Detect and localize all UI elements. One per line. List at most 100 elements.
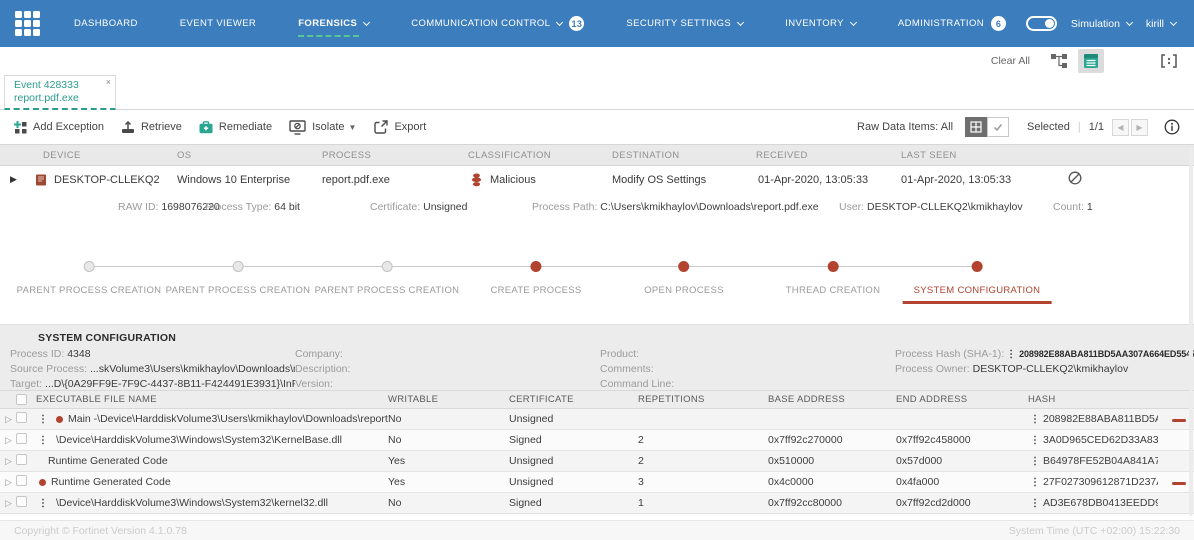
fortinet-logo-icon[interactable] xyxy=(15,11,41,37)
raw-id-label: RAW ID: xyxy=(118,201,158,213)
timeline-node-system-configuration[interactable]: SYSTEM CONFIGURATION xyxy=(903,261,1052,304)
raw-data-grid-toggle[interactable] xyxy=(965,117,987,137)
end-address-value: 0x7ff92cd2d000 xyxy=(896,497,1028,509)
kebab-menu-icon[interactable]: ⋮ xyxy=(1030,414,1040,425)
blocked-icon[interactable] xyxy=(1068,171,1082,185)
col-header-repetitions[interactable]: REPETITIONS xyxy=(638,394,768,405)
col-header-process[interactable]: PROCESS xyxy=(318,150,464,161)
executable-row[interactable]: ▷ ⋮\Device\HarddiskVolume3\Windows\Syste… xyxy=(0,430,1194,451)
executable-row[interactable]: ▷ ⋮Main -\Device\HarddiskVolume3\Users\k… xyxy=(0,409,1194,430)
row-checkbox[interactable] xyxy=(16,433,27,444)
nav-item-inventory[interactable]: INVENTORY xyxy=(785,18,856,29)
user-name: kirill xyxy=(1146,18,1164,30)
expand-row-icon[interactable]: ▷ xyxy=(0,498,16,509)
chevron-down-icon xyxy=(737,18,744,25)
tree-view-button[interactable] xyxy=(1046,49,1072,73)
col-header-writable[interactable]: WRITABLE xyxy=(388,394,509,405)
app-window: DASHBOARD EVENT VIEWER FORENSICS COMMUNI… xyxy=(0,0,1194,540)
timeline-node-thread-creation[interactable]: THREAD CREATION xyxy=(775,261,892,301)
process-id-label: Process ID: xyxy=(10,348,64,360)
executable-row[interactable]: ▷ ⋮ \Device\HarddiskVolume3\Windows\Syste… xyxy=(0,493,1194,514)
collapse-row-icon[interactable]: ▶ xyxy=(0,174,30,185)
kebab-menu-icon[interactable]: ⋮ xyxy=(38,435,48,446)
executable-row[interactable]: ▷ Runtime Generated Code Yes Unsigned 2 … xyxy=(0,451,1194,472)
timeline-dot xyxy=(679,261,690,272)
simulation-menu[interactable]: Simulation xyxy=(1071,18,1132,30)
event-row[interactable]: ▶ DESKTOP-CLLEKQ2 Windows 10 Enterprise … xyxy=(0,166,1194,193)
list-view-button[interactable] xyxy=(1078,49,1104,73)
kebab-menu-icon[interactable]: ⋮ xyxy=(1030,498,1040,509)
nav-right-cluster: Simulation kirill xyxy=(1026,16,1176,31)
kebab-menu-icon[interactable]: ⋮ xyxy=(1030,435,1040,446)
hash-value: 27F027309612871D237AE17... xyxy=(1043,476,1158,488)
nav-item-dashboard[interactable]: DASHBOARD xyxy=(74,18,138,29)
col-header-last-seen[interactable]: LAST SEEN xyxy=(897,150,1040,161)
end-address-value: 0x4fa000 xyxy=(896,476,1028,488)
prev-page-button[interactable]: ◀ xyxy=(1112,119,1129,136)
col-header-certificate[interactable]: CERTIFICATE xyxy=(509,394,638,405)
raw-data-check-toggle[interactable] xyxy=(987,117,1009,137)
col-header-destination[interactable]: DESTINATION xyxy=(608,150,752,161)
next-page-button[interactable]: ▶ xyxy=(1131,119,1148,136)
kebab-menu-icon[interactable]: ⋮ xyxy=(1030,456,1040,467)
kebab-menu-icon[interactable]: ⋮ xyxy=(38,414,48,425)
info-button[interactable] xyxy=(1164,119,1180,135)
executable-row[interactable]: ▷ Runtime Generated Code Yes Unsigned 3 … xyxy=(0,472,1194,493)
simulation-toggle[interactable] xyxy=(1026,16,1057,31)
row-checkbox[interactable] xyxy=(16,475,27,486)
close-icon[interactable]: × xyxy=(106,77,111,87)
remediate-button[interactable]: Remediate xyxy=(199,121,272,134)
isolate-label: Isolate xyxy=(312,121,344,133)
row-checkbox[interactable] xyxy=(16,496,27,507)
nav-label: INVENTORY xyxy=(785,18,844,29)
isolate-dropdown-caret[interactable]: ▼ xyxy=(349,123,357,132)
user-menu[interactable]: kirill xyxy=(1146,18,1176,30)
writable-value: Yes xyxy=(388,476,509,488)
nav-item-event-viewer[interactable]: EVENT VIEWER xyxy=(180,18,256,29)
kebab-menu-icon[interactable]: ⋮ xyxy=(1030,477,1040,488)
executable-name: \Device\HarddiskVolume3\Windows\System32… xyxy=(56,497,328,509)
nav-item-administration[interactable]: ADMINISTRATION6 xyxy=(898,16,1006,31)
timeline-label: PARENT PROCESS CREATION xyxy=(155,285,322,301)
row-checkbox[interactable] xyxy=(16,412,27,423)
process-owner-label: Process Owner: xyxy=(895,363,970,375)
col-header-classification[interactable]: CLASSIFICATION xyxy=(464,150,608,161)
nav-item-forensics[interactable]: FORENSICS xyxy=(298,18,369,29)
timeline-node-parent-process-creation[interactable]: PARENT PROCESS CREATION xyxy=(304,261,471,301)
col-header-executable-file-name[interactable]: EXECUTABLE FILE NAME xyxy=(36,394,388,405)
kebab-menu-icon[interactable]: ⋮ xyxy=(38,498,48,509)
retrieve-button[interactable]: Retrieve xyxy=(121,121,182,134)
isolate-button[interactable]: Isolate xyxy=(289,120,344,135)
kebab-menu-icon[interactable]: ⋮ xyxy=(1006,349,1016,360)
certificate-value: Signed xyxy=(509,497,638,509)
timeline-node-parent-process-creation[interactable]: PARENT PROCESS CREATION xyxy=(6,261,173,301)
select-all-checkbox[interactable] xyxy=(16,394,27,405)
expand-row-icon[interactable]: ▷ xyxy=(0,477,16,488)
col-header-end-address[interactable]: END ADDRESS xyxy=(896,394,1028,405)
nav-label: COMMUNICATION CONTROL xyxy=(411,18,550,29)
clear-all-button[interactable]: Clear All xyxy=(991,55,1030,67)
col-header-received[interactable]: RECEIVED xyxy=(752,150,897,161)
timeline-node-parent-process-creation[interactable]: PARENT PROCESS CREATION xyxy=(155,261,322,301)
row-checkbox[interactable] xyxy=(16,454,27,465)
event-detail-row: RAW ID: 1698076220 Process Type: 64 bit … xyxy=(0,193,1194,223)
export-button[interactable]: Export xyxy=(374,120,426,134)
timeline-node-open-process[interactable]: OPEN PROCESS xyxy=(633,261,735,301)
certificate-value: Unsigned xyxy=(423,201,467,213)
add-exception-button[interactable]: Add Exception xyxy=(14,121,104,134)
tab-event-428333[interactable]: Event 428333 report.pdf.exe × xyxy=(4,75,116,110)
col-header-device[interactable]: DEVICE xyxy=(30,150,173,161)
timeline-node-create-process[interactable]: CREATE PROCESS xyxy=(479,261,592,301)
vertical-scrollbar[interactable] xyxy=(1189,148,1193,516)
expand-row-icon[interactable]: ▷ xyxy=(0,435,16,446)
nav-item-security-settings[interactable]: SECURITY SETTINGS xyxy=(626,18,743,29)
expand-row-icon[interactable]: ▷ xyxy=(0,456,16,467)
footer-bar: Copyright © Fortinet Version 4.1.0.78 Sy… xyxy=(0,520,1194,540)
chevron-down-icon xyxy=(1170,18,1177,25)
nav-item-communication-control[interactable]: COMMUNICATION CONTROL13 xyxy=(411,16,584,31)
fullscreen-button[interactable] xyxy=(1156,49,1182,73)
col-header-hash[interactable]: HASH xyxy=(1028,394,1158,405)
col-header-base-address[interactable]: BASE ADDRESS xyxy=(768,394,896,405)
expand-row-icon[interactable]: ▷ xyxy=(0,414,16,425)
col-header-os[interactable]: OS xyxy=(173,150,318,161)
